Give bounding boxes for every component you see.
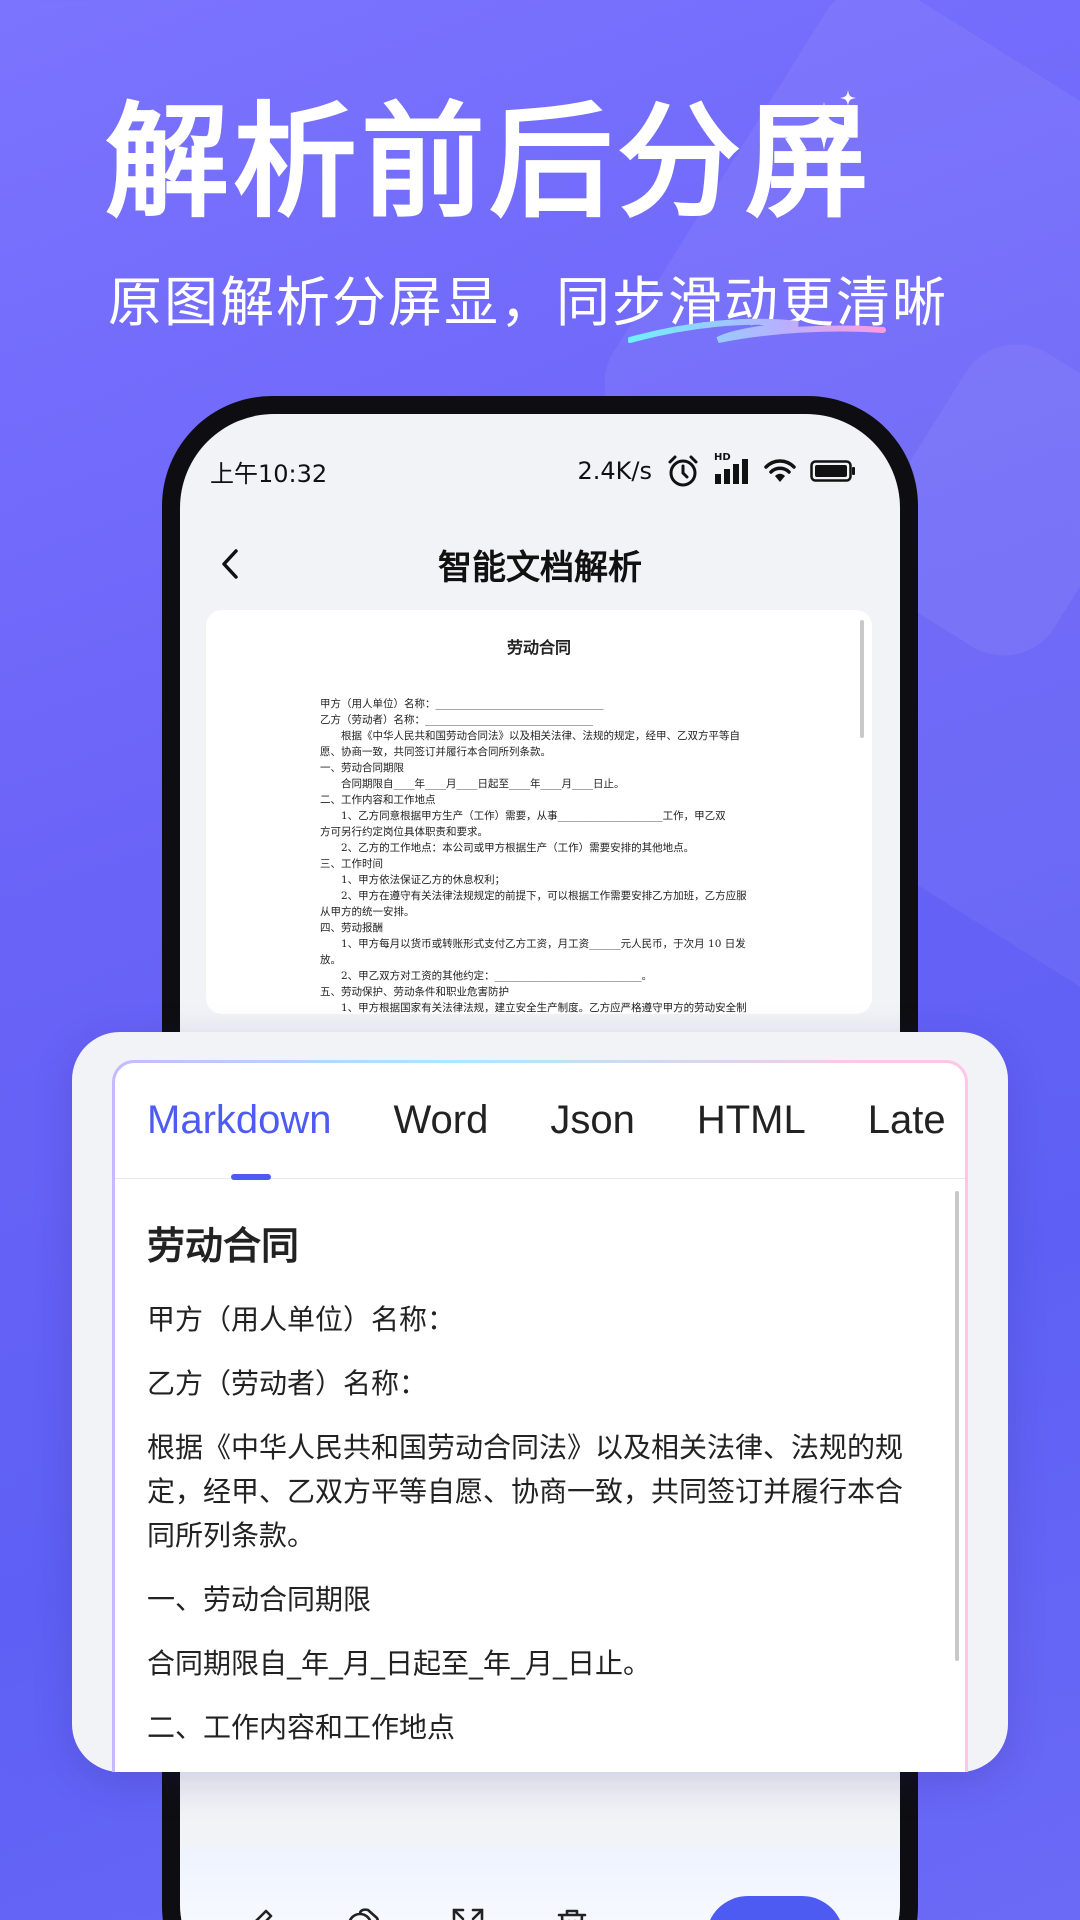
source-document-body: 甲方（用人单位）名称：_____________________________…	[320, 696, 762, 1014]
document-line: 五、劳动保护、劳动条件和职业危害防护	[320, 986, 509, 998]
document-line: 根据《中华人民共和国劳动合同法》以及相关法律、法规的规定，经甲、乙双方平等自	[320, 730, 740, 742]
document-line: 2、乙方的工作地点：本公司或甲方根据生产（工作）需要安排的其他地点。	[320, 842, 695, 854]
document-line: 二、工作内容和工作地点	[320, 794, 436, 806]
wifi-icon	[764, 459, 796, 482]
format-tabs: Markdown Word Json HTML Late	[115, 1063, 965, 1180]
parsed-result-panel: Markdown Word Json HTML Late 劳动合同 甲方（用人单位）名称…	[72, 1032, 1008, 1772]
document-line: 1、甲方依法保证乙方的休息权利；	[320, 874, 506, 886]
sparkle-icon	[800, 90, 856, 150]
document-line: 合同期限自____年____月____日起至____年____月____日止。	[320, 778, 625, 790]
network-speed: 2.4K/s	[577, 457, 653, 485]
trash-icon	[557, 1909, 587, 1920]
markdown-heading: 劳动合同	[147, 1224, 300, 1268]
markdown-paragraph: 根据《中华人民共和国劳动合同法》以及相关法律、法规的规定，经甲、乙双方平等自愿、…	[147, 1431, 904, 1552]
edit-button[interactable]: 编辑	[236, 1906, 284, 1920]
document-line: 甲方（用人单位）名称：_____________________________…	[320, 698, 604, 710]
document-line: 从甲方的统一安排。	[320, 906, 415, 918]
tab-json[interactable]: Json	[550, 1098, 635, 1143]
parsed-result-card: Markdown Word Json HTML Late 劳动合同 甲方（用人单位）名称…	[112, 1060, 968, 1772]
delete-button[interactable]: 删除	[548, 1906, 596, 1920]
document-line: 三、工作时间	[320, 858, 383, 870]
markdown-content[interactable]: 劳动合同 甲方（用人单位）名称： 乙方（劳动者）名称： 根据《中华人民共和国劳动合同…	[115, 1179, 965, 1750]
status-icons: 2.4K/s HD	[577, 452, 857, 488]
chevron-left-icon	[222, 549, 238, 579]
markdown-paragraph: 合同期限自_年_月_日起至_年_月_日止。	[147, 1647, 652, 1680]
document-line: 2、甲乙双方对工资的其他约定：_________________________…	[320, 970, 653, 982]
expand-icon	[452, 1908, 484, 1920]
swoosh-decoration	[628, 318, 886, 343]
document-line: 一、劳动合同期限	[320, 762, 404, 774]
source-document-preview[interactable]: 劳动合同 甲方（用人单位）名称：________________________…	[206, 610, 872, 1014]
tab-html[interactable]: HTML	[697, 1098, 806, 1143]
export-button[interactable]: 导出	[706, 1896, 844, 1920]
copy-button[interactable]: 复制	[340, 1906, 388, 1920]
battery-icon	[810, 460, 855, 482]
source-document-title: 劳动合同	[506, 638, 571, 657]
document-line: 放。	[320, 954, 341, 966]
tab-word[interactable]: Word	[394, 1098, 489, 1143]
markdown-paragraph: 二、工作内容和工作地点	[147, 1711, 456, 1744]
tab-markdown[interactable]: Markdown	[147, 1098, 332, 1143]
document-line: 1、甲方每月以货币或转账形式支付乙方工资，月工资______元人民币，于次月 1…	[320, 938, 746, 950]
promo-headline: 解析前后分屏	[105, 91, 874, 235]
status-bar: 上午10:32 2.4K/s HD	[180, 414, 900, 510]
document-line: 1、甲方根据国家有关法律法规，建立安全生产制度。乙方应严格遵守甲方的劳动安全制	[320, 1002, 747, 1014]
scrollbar[interactable]	[955, 1191, 959, 1661]
document-line: 四、劳动报酬	[320, 922, 383, 934]
status-time: 上午10:32	[210, 459, 328, 488]
markdown-paragraph: 一、劳动合同期限	[147, 1583, 372, 1616]
document-line: 1、乙方同意根据甲方生产（工作）需要，从事___________________…	[320, 810, 726, 822]
alarm-icon	[668, 455, 698, 487]
document-line: 方可另行约定岗位具体职责和要求。	[320, 826, 488, 838]
pencil-icon	[255, 1909, 273, 1920]
app-title: 智能文档解析	[438, 547, 642, 588]
bottom-toolbar: 编辑 复制 全屏 删除	[180, 1848, 900, 1920]
document-line: 愿、协商一致，共同签订并履行本合同所列条款。	[320, 746, 551, 758]
markdown-paragraph: 甲方（用人单位）名称：	[147, 1303, 456, 1336]
document-line: 乙方（劳动者）名称：______________________________…	[320, 714, 593, 726]
tab-late[interactable]: Late	[868, 1098, 946, 1143]
back-button[interactable]	[210, 544, 250, 584]
app-header: 智能文档解析	[180, 514, 900, 614]
scrollbar[interactable]	[860, 620, 864, 738]
copy-icon	[348, 1908, 379, 1920]
signal-icon: HD	[714, 452, 750, 486]
document-line: 2、甲方在遵守有关法律法规规定的前提下，可以根据工作需要安排乙方加班，乙方应服	[320, 890, 747, 902]
fullscreen-button[interactable]: 全屏	[444, 1906, 492, 1920]
markdown-paragraph: 乙方（劳动者）名称：	[147, 1367, 428, 1400]
